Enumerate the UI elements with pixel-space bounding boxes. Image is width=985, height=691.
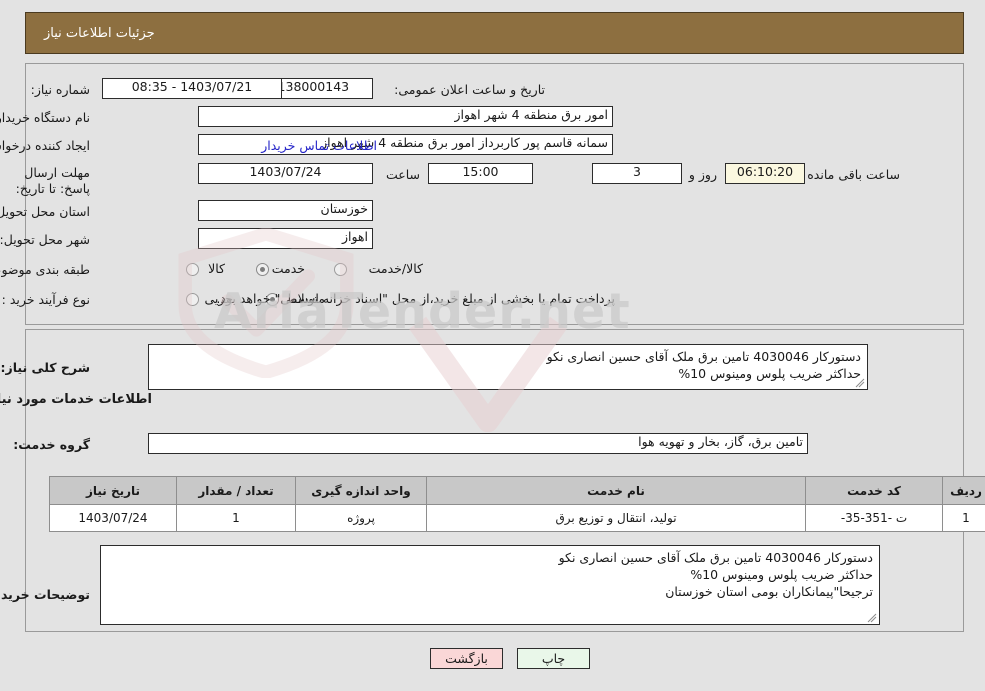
category-label: طبقه بندی موضوعی:: [0, 262, 90, 277]
buyer-contact-link[interactable]: اطلاعات تماس خریدار: [261, 138, 377, 153]
treasury-note: پرداخت تمام یا بخشی از مبلغ خرید،از محل …: [216, 291, 615, 306]
need-details-page: AriaTender.net جزئیات اطلاعات نیاز شماره…: [0, 0, 985, 691]
cell-radif: 1: [942, 504, 985, 532]
category-label-khedmat: خدمت: [271, 261, 305, 276]
th-service-code: کد خدمت: [805, 476, 943, 505]
description-label: شرح کلی نیاز:: [0, 360, 90, 375]
city-label: شهر محل تحویل:: [0, 232, 90, 247]
description-line-2: حداکثر ضریب پلوس ومینوس 10%: [678, 366, 861, 381]
table-row[interactable]: 1 ت -351-35- تولید، انتقال و توزیع برق پ…: [49, 504, 985, 532]
public-announce-value: 1403/07/21 - 08:35: [102, 78, 282, 99]
services-section-title: اطلاعات خدمات مورد نیاز: [0, 392, 152, 407]
resize-grip-icon[interactable]: [855, 378, 865, 388]
deadline-date: 1403/07/24: [198, 163, 373, 184]
process-radio-jozei[interactable]: [186, 293, 199, 306]
category-radio-khedmat[interactable]: [256, 263, 269, 276]
resize-grip-icon[interactable]: [867, 613, 877, 623]
deadline-label: مهلت ارسال پاسخ: تا تاریخ:: [15, 165, 90, 196]
table-header-row: ردیف کد خدمت نام خدمت واحد اندازه گیری ت…: [49, 476, 985, 505]
service-group-value: تامین برق، گاز، بخار و تهویه هوا: [148, 433, 808, 454]
remaining-hours-label: ساعت باقی مانده: [807, 167, 900, 182]
buyer-notes-line-2: حداکثر ضریب پلوس ومینوس 10%: [690, 567, 873, 582]
page-header: جزئیات اطلاعات نیاز: [25, 12, 964, 54]
buyer-org-value: امور برق منطقه 4 شهر اهواز: [198, 106, 613, 127]
public-announce-label: تاریخ و ساعت اعلان عمومی:: [394, 82, 545, 97]
days-and-label: روز و: [688, 167, 717, 182]
buyer-notes-textarea[interactable]: دستورکار 4030046 تامین برق ملک آقای حسین…: [100, 545, 880, 625]
category-radio-kala-khedmat[interactable]: [334, 263, 347, 276]
process-type-label: نوع فرآیند خرید :: [1, 292, 90, 307]
deadline-time: 15:00: [428, 163, 533, 184]
province-label: استان محل تحویل:: [0, 204, 90, 219]
category-label-kala-khedmat: کالا/خدمت: [368, 261, 423, 276]
creator-label: ایجاد کننده درخواست:: [0, 138, 90, 153]
services-table: ردیف کد خدمت نام خدمت واحد اندازه گیری ت…: [49, 476, 985, 532]
days-remaining: 3: [592, 163, 682, 184]
page-title: جزئیات اطلاعات نیاز: [44, 25, 155, 41]
buyer-notes-line-1: دستورکار 4030046 تامین برق ملک آقای حسین…: [558, 550, 873, 565]
back-button[interactable]: بازگشت: [430, 648, 503, 669]
province-value: خوزستان: [198, 200, 373, 221]
cell-need-date: 1403/07/24: [49, 504, 177, 532]
service-group-label: گروه خدمت:: [13, 437, 90, 452]
buyer-org-label: نام دستگاه خریدار:: [0, 110, 90, 125]
cell-service-code: ت -351-35-: [805, 504, 943, 532]
th-quantity: تعداد / مقدار: [176, 476, 296, 505]
countdown-timer: 06:10:20: [725, 163, 805, 184]
need-number-label: شماره نیاز:: [30, 82, 90, 97]
need-info-panel: [25, 63, 964, 325]
description-line-1: دستورکار 4030046 تامین برق ملک آقای حسین…: [546, 349, 861, 364]
cell-service-name: تولید، انتقال و توزیع برق: [426, 504, 806, 532]
hour-label: ساعت: [385, 167, 420, 182]
cell-unit: پروژه: [295, 504, 427, 532]
th-radif: ردیف: [942, 476, 985, 505]
category-radio-kala[interactable]: [186, 263, 199, 276]
category-label-kala: کالا: [208, 261, 225, 276]
city-value: اهواز: [198, 228, 373, 249]
print-button[interactable]: چاپ: [517, 648, 590, 669]
buyer-notes-line-3: ترجیحا"پیمانکاران بومی استان خوزستان: [665, 584, 873, 599]
th-unit: واحد اندازه گیری: [295, 476, 427, 505]
description-textarea[interactable]: دستورکار 4030046 تامین برق ملک آقای حسین…: [148, 344, 868, 390]
buyer-notes-label: توضیحات خریدار:: [0, 587, 90, 602]
cell-quantity: 1: [176, 504, 296, 532]
th-need-date: تاریخ نیاز: [49, 476, 177, 505]
th-service-name: نام خدمت: [426, 476, 806, 505]
